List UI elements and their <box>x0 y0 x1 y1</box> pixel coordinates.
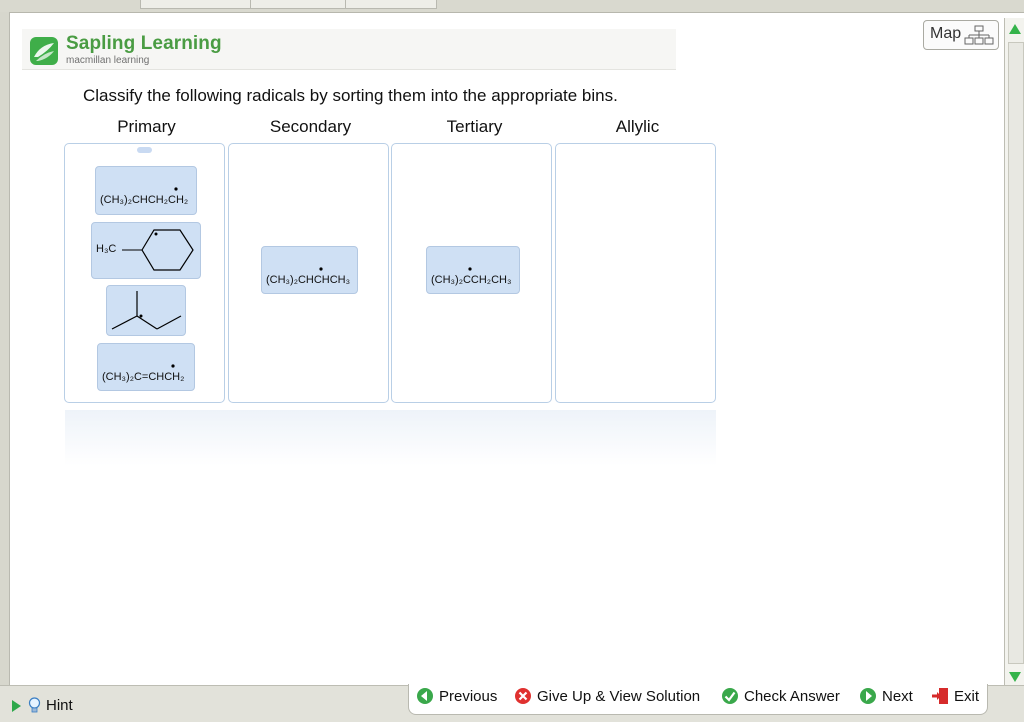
skeletal-structure-icon <box>111 291 182 330</box>
radical-tile-primary-2[interactable]: H₃C <box>91 222 201 279</box>
exit-label: Exit <box>954 688 980 705</box>
frame-tab <box>140 0 252 9</box>
scroll-up-arrow-icon[interactable] <box>1009 24 1021 34</box>
check-answer-button[interactable]: Check Answer <box>721 687 851 707</box>
lightbulb-icon[interactable] <box>28 697 41 714</box>
arrow-right-icon <box>860 688 876 704</box>
bin-label-tertiary: Tertiary <box>446 117 503 136</box>
scroll-down-arrow-icon[interactable] <box>1009 672 1021 682</box>
question-text: Classify the following radicals by sorti… <box>83 86 618 105</box>
frame-tab <box>250 0 347 9</box>
give-up-label: Give Up & View Solution <box>537 688 701 705</box>
cancel-x-icon <box>515 688 531 704</box>
previous-label: Previous <box>439 688 498 705</box>
radical-dot-icon <box>171 364 175 368</box>
brand-name: Sapling Learning <box>66 33 222 54</box>
top-frame-strip <box>0 0 1024 13</box>
next-label: Next <box>882 688 913 705</box>
radical-tile-primary-4[interactable]: (CH₃)₂C=CHCH₂ <box>97 343 195 391</box>
radical-dot-icon <box>468 267 472 271</box>
bin-label-allylic: Allylic <box>615 117 660 136</box>
left-frame-edge <box>0 12 10 692</box>
previous-button[interactable]: Previous <box>416 687 506 707</box>
map-tree-icon <box>964 25 994 45</box>
brand-subtitle: macmillan learning <box>66 55 150 66</box>
radical-tile-tertiary-1[interactable]: (CH₃)₂CCH₂CH₃ <box>426 246 520 294</box>
scroll-track[interactable] <box>1008 42 1024 664</box>
map-button[interactable]: Map <box>923 20 999 50</box>
hint-link[interactable]: Hint <box>46 697 73 714</box>
check-answer-label: Check Answer <box>744 688 840 705</box>
give-up-button[interactable]: Give Up & View Solution <box>514 687 714 707</box>
bin-label-primary: Primary <box>117 117 176 136</box>
bin-label-secondary: Secondary <box>269 117 352 136</box>
cyclohexyl-ring-icon <box>122 229 194 271</box>
exit-button[interactable]: Exit <box>931 687 986 707</box>
radical-dot-icon <box>319 267 323 271</box>
radical-tile-primary-3[interactable] <box>106 285 186 336</box>
vertical-scrollbar[interactable] <box>1004 18 1024 690</box>
drag-handle-icon[interactable] <box>137 147 152 153</box>
hint-expand-arrow-icon[interactable] <box>12 700 21 712</box>
sapling-logo-icon <box>30 37 58 65</box>
map-label: Map <box>930 25 962 42</box>
tile-tray[interactable] <box>65 410 716 466</box>
bin-allylic[interactable] <box>555 143 716 403</box>
radical-dot-icon <box>174 187 178 191</box>
radical-tile-secondary-1[interactable]: (CH₃)₂CHCHCH₃ <box>261 246 358 294</box>
checkmark-icon <box>722 688 738 704</box>
arrow-left-icon <box>417 688 433 704</box>
frame-tab <box>345 0 437 9</box>
next-button[interactable]: Next <box>859 687 919 707</box>
exit-door-icon <box>932 688 948 704</box>
radical-tile-primary-1[interactable]: (CH₃)₂CHCH₂CH₂ <box>95 166 197 215</box>
